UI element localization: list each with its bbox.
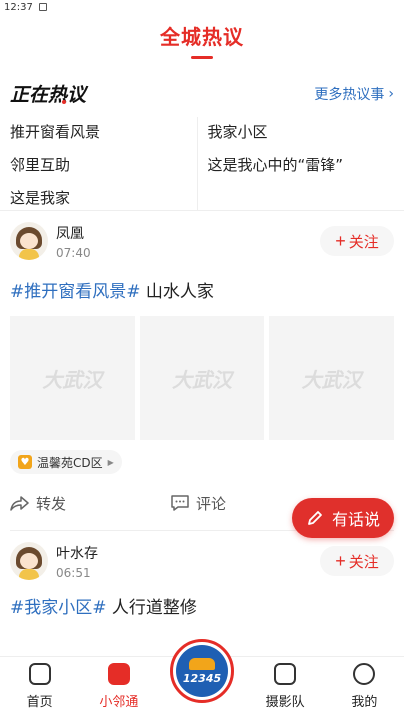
topic-item[interactable]: 这是我家 <box>10 183 197 216</box>
nav-home-label: 首页 <box>26 695 53 710</box>
post-meta: 叶水存 06:51 <box>56 543 320 580</box>
image-placeholder-watermark: 大武汉 <box>42 367 103 392</box>
more-hot-topics-link[interactable]: 更多热议事 › <box>314 84 394 104</box>
avatar[interactable] <box>10 222 48 260</box>
post-meta: 凤凰 07:40 <box>56 223 320 260</box>
nav-neighbor[interactable]: 小邻通 <box>79 657 158 720</box>
post-body: 山水人家 <box>140 282 214 302</box>
post-text[interactable]: #推开窗看风景# 山水人家 <box>10 277 394 302</box>
speak-fab-button[interactable]: 有话说 <box>292 498 394 538</box>
post-time: 06:51 <box>56 565 91 580</box>
notification-icon <box>38 3 47 11</box>
comment-icon <box>171 495 189 511</box>
page-title: 全城热议 <box>160 25 244 49</box>
share-icon <box>10 496 29 511</box>
follow-label: 关注 <box>348 233 379 251</box>
pencil-icon <box>308 511 322 525</box>
post-header: 凤凰 07:40 + 关注 <box>10 211 394 271</box>
topic-item[interactable]: 推开窗看风景 <box>10 117 197 150</box>
nav-mine[interactable]: 我的 <box>325 657 404 720</box>
post-image[interactable]: 大武汉 <box>139 316 265 440</box>
post-card: 叶水存 06:51 + 关注 #我家小区# 人行道整修 <box>0 531 404 618</box>
post-image[interactable]: 大武汉 <box>10 316 135 440</box>
crown-icon <box>189 657 215 670</box>
status-bar: 12:37 <box>0 0 404 14</box>
hot-title: 正在热议 <box>10 80 86 107</box>
hot-title-dot <box>62 100 66 104</box>
hotline-badge-inner: 12345 <box>176 645 228 697</box>
profile-icon <box>353 663 376 685</box>
location-label: 温馨苑CD区 <box>37 455 103 470</box>
comment-label: 评论 <box>196 494 227 513</box>
hotline-number: 12345 <box>182 671 222 685</box>
post-images: 大武汉 大武汉 大武汉 <box>10 316 395 440</box>
neighbor-icon <box>107 663 130 685</box>
nav-photo-team[interactable]: 摄影队 <box>246 657 325 720</box>
home-icon <box>28 663 51 685</box>
topic-item[interactable]: 这是我心中的“雷锋” <box>208 150 395 183</box>
post-time: 07:40 <box>56 245 91 260</box>
follow-label: 关注 <box>348 553 379 571</box>
hot-title-text: 正在热议 <box>10 84 87 106</box>
topics-right-column: 我家小区 这是我心中的“雷锋” <box>196 117 395 210</box>
nav-mine-label: 我的 <box>351 695 378 710</box>
image-placeholder-watermark: 大武汉 <box>301 367 362 392</box>
chevron-right-icon: › <box>388 85 394 102</box>
nav-home[interactable]: 首页 <box>0 657 79 720</box>
hot-section-header: 正在热议 更多热议事 › <box>0 66 404 113</box>
post-header: 叶水存 06:51 + 关注 <box>10 531 394 591</box>
plus-icon: + <box>335 231 346 251</box>
post-text[interactable]: #我家小区# 人行道整修 <box>10 593 394 618</box>
more-hot-topics-label: 更多热议事 <box>314 86 385 103</box>
nav-neighbor-label: 小邻通 <box>99 695 139 710</box>
status-time: 12:37 <box>4 1 33 13</box>
bottom-navigation: 首页 小邻通 12345 摄影队 我的 <box>0 639 404 720</box>
heart-location-icon: ♥ <box>18 455 32 469</box>
image-placeholder-watermark: 大武汉 <box>172 367 232 392</box>
hot-topics-list: 推开窗看风景 邻里互助 这是我家 我家小区 这是我心中的“雷锋” <box>0 113 404 211</box>
follow-button[interactable]: + 关注 <box>320 226 394 256</box>
title-underline <box>191 56 213 59</box>
plus-icon: + <box>335 551 346 571</box>
share-button[interactable]: 转发 <box>10 493 170 514</box>
comment-button[interactable]: 评论 <box>170 493 226 514</box>
post-image[interactable]: 大武汉 <box>269 316 395 440</box>
camera-icon <box>274 663 297 685</box>
post-hashtag[interactable]: #我家小区# <box>10 598 107 618</box>
author-name: 叶水存 <box>56 545 98 562</box>
nav-hotline-12345[interactable]: 12345 <box>158 639 245 720</box>
post-body: 人行道整修 <box>106 598 197 618</box>
title-bar: 全城热议 <box>0 14 404 66</box>
hotline-badge: 12345 <box>170 639 234 703</box>
location-chip[interactable]: ♥ 温馨苑CD区 ▶ <box>10 450 122 474</box>
follow-button[interactable]: + 关注 <box>320 546 394 576</box>
topics-left-column: 推开窗看风景 邻里互助 这是我家 <box>10 117 197 210</box>
post-hashtag[interactable]: #推开窗看风景# <box>10 282 141 302</box>
topic-item[interactable]: 我家小区 <box>208 117 395 150</box>
avatar[interactable] <box>10 542 48 580</box>
share-label: 转发 <box>36 494 67 513</box>
speak-fab-label: 有话说 <box>331 510 380 529</box>
topic-item[interactable]: 邻里互助 <box>10 150 197 183</box>
nav-photo-label: 摄影队 <box>265 695 305 710</box>
triangle-right-icon: ▶ <box>107 457 114 467</box>
post-card: 凤凰 07:40 + 关注 #推开窗看风景# 山水人家 大武汉 大武汉 大武汉 … <box>0 211 404 531</box>
author-name: 凤凰 <box>56 225 84 242</box>
